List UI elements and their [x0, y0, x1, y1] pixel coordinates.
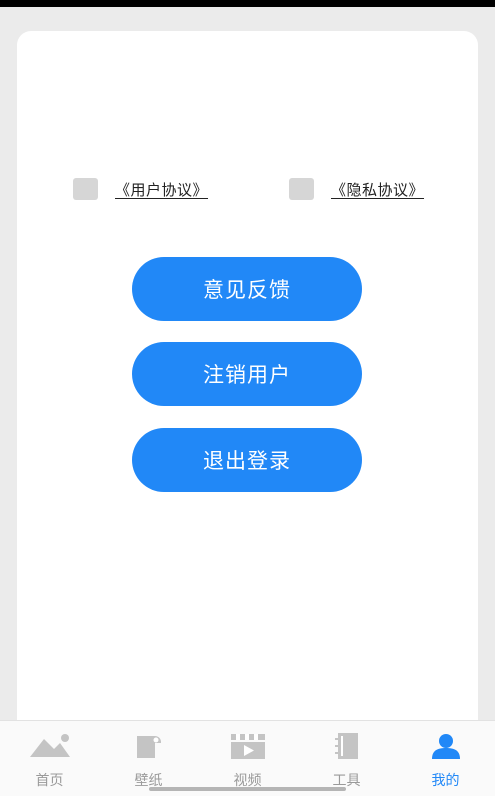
video-clapper-icon: [230, 730, 266, 762]
tab-home-label: 首页: [35, 773, 64, 789]
home-indicator: [149, 787, 346, 791]
user-agreement-row[interactable]: 《用户协议》: [73, 178, 208, 200]
notebook-icon: [332, 730, 362, 762]
logout-button[interactable]: 退出登录: [132, 428, 362, 492]
privacy-agreement-checkbox[interactable]: [289, 178, 314, 200]
user-agreement-link[interactable]: 《用户协议》: [115, 179, 208, 200]
tab-wallpaper[interactable]: 壁纸: [99, 721, 198, 796]
tab-video[interactable]: 视频: [198, 721, 297, 796]
wallpaper-icon: [134, 730, 164, 762]
delete-account-button[interactable]: 注销用户: [132, 342, 362, 406]
tab-mine[interactable]: 我的: [396, 721, 495, 796]
tab-home[interactable]: 首页: [0, 721, 99, 796]
feedback-button[interactable]: 意见反馈: [132, 257, 362, 321]
privacy-agreement-row[interactable]: 《隐私协议》: [289, 178, 424, 200]
tab-tools[interactable]: 工具: [297, 721, 396, 796]
tab-mine-label: 我的: [431, 773, 460, 789]
user-agreement-checkbox[interactable]: [73, 178, 98, 200]
privacy-agreement-link[interactable]: 《隐私协议》: [331, 179, 424, 200]
status-bar: [0, 0, 495, 7]
bottom-tab-bar: 首页 壁纸 视频 工具 我的: [0, 720, 495, 796]
user-icon: [430, 730, 462, 762]
mountain-icon: [28, 730, 72, 762]
